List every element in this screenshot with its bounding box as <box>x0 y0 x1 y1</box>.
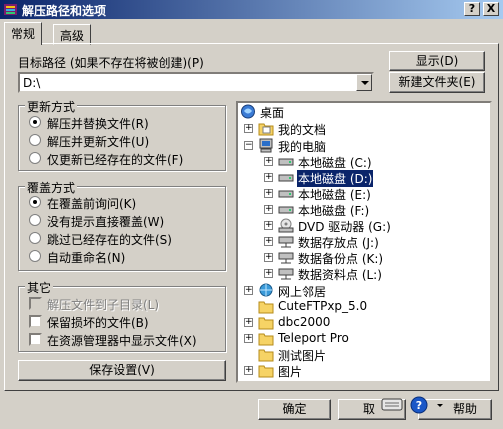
expand-icon[interactable]: + <box>264 189 273 198</box>
folder-icon <box>258 349 274 362</box>
expand-icon[interactable]: + <box>264 269 273 278</box>
update-mode-group: 更新方式 解压并替换文件(R) 解压并更新文件(U) 仅更新已经存在的文件(F) <box>18 98 226 171</box>
network-drive-icon <box>278 268 294 280</box>
tree-node-label: Teleport Pro <box>278 331 349 345</box>
overwrite-option-label: 自动重命名(N) <box>47 251 126 265</box>
ok-button[interactable]: 确定 <box>258 399 331 420</box>
update-mode-title: 更新方式 <box>25 98 78 115</box>
folder-icon <box>258 301 274 314</box>
svg-text:?: ? <box>416 399 422 412</box>
radio-button[interactable] <box>29 232 41 244</box>
radio-button[interactable] <box>29 152 41 164</box>
overwrite-option-label: 跳过已经存在的文件(S) <box>47 233 172 247</box>
radio-button[interactable] <box>29 250 41 262</box>
window-title: 解压路径和选项 <box>22 4 107 18</box>
help-footer-button[interactable]: 帮助 <box>418 399 492 420</box>
new-folder-button[interactable]: 新建文件夹(E) <box>389 72 485 93</box>
radio-button[interactable] <box>29 116 41 128</box>
expand-icon[interactable]: + <box>264 157 273 166</box>
folder-icon <box>258 365 274 378</box>
target-path-value: D:\ <box>23 76 41 90</box>
title-bar[interactable]: 解压路径和选项 ? X <box>0 0 503 19</box>
help-button[interactable]: ? <box>464 2 480 16</box>
network-drive-icon <box>278 236 294 248</box>
folder-icon <box>258 123 274 136</box>
expand-icon[interactable]: + <box>244 318 253 327</box>
close-button[interactable]: X <box>483 2 499 16</box>
overwrite-option-label: 在覆盖前询问(K) <box>47 197 137 211</box>
extract-dialog: 解压路径和选项 ? X 常规 高级 目标路径 (如果不存在将被创建)(P) D:… <box>0 0 503 429</box>
expand-icon[interactable]: + <box>244 286 253 295</box>
folder-tree[interactable]: 桌面 + 我的文档 − 我的电脑 + 本地磁盘 (C:) + 本地磁盘 (D:)… <box>236 101 492 383</box>
tree-node-label: 数据资料点 (L:) <box>298 268 382 282</box>
drive-icon <box>278 158 294 166</box>
expand-icon[interactable]: + <box>244 334 253 343</box>
keyboard-icon[interactable] <box>380 393 406 415</box>
tree-node-label: 本地磁盘 (C:) <box>298 156 372 170</box>
network-drive-icon <box>278 252 294 264</box>
expand-icon[interactable]: + <box>264 205 273 214</box>
update-option-label: 仅更新已经存在的文件(F) <box>47 153 184 167</box>
misc-option-label: 在资源管理器中显示文件(X) <box>47 334 197 348</box>
show-button[interactable]: 显示(D) <box>389 51 485 71</box>
network-icon <box>259 283 273 297</box>
computer-icon <box>259 138 273 153</box>
dvd-icon <box>278 218 294 233</box>
chevron-down-icon[interactable] <box>434 396 446 414</box>
help-circle-icon[interactable]: ? <box>410 396 428 414</box>
folder-icon <box>258 333 274 346</box>
tree-node-label: 我的文档 <box>278 123 327 137</box>
expand-icon[interactable]: + <box>264 173 273 182</box>
checkbox[interactable] <box>29 333 42 346</box>
tree-node-label: 桌面 <box>260 106 285 120</box>
tree-node-label: 我的电脑 <box>278 140 327 154</box>
tree-node-label: 数据备份点 (K:) <box>298 252 384 266</box>
target-path-combo[interactable]: D:\ <box>18 72 374 93</box>
tree-node-label: 网上邻居 <box>278 285 327 299</box>
checkbox[interactable] <box>29 297 42 310</box>
tree-node-label: CuteFTPxp_5.0 <box>278 299 368 313</box>
tree-node-label: dbc2000 <box>278 315 331 329</box>
misc-option-label: 保留损坏的文件(B) <box>47 316 149 330</box>
target-path-label: 目标路径 (如果不存在将被创建)(P) <box>18 56 204 70</box>
overwrite-mode-title: 覆盖方式 <box>25 179 78 196</box>
desktop-icon <box>241 104 255 119</box>
expand-icon[interactable]: + <box>264 237 273 246</box>
drive-icon <box>278 206 294 214</box>
expand-icon[interactable]: + <box>244 124 253 133</box>
misc-group: 其它 解压文件到子目录(L) 保留损坏的文件(B) 在资源管理器中显示文件(X) <box>18 279 226 352</box>
save-settings-button[interactable]: 保存设置(V) <box>18 360 226 381</box>
expand-icon[interactable]: + <box>264 221 273 230</box>
tab-general[interactable]: 常规 <box>4 22 43 45</box>
collapse-icon[interactable]: − <box>244 141 253 150</box>
update-option-label: 解压并更新文件(U) <box>47 135 150 149</box>
winrar-icon <box>4 4 17 15</box>
radio-button[interactable] <box>29 214 41 226</box>
expand-icon[interactable]: + <box>264 253 273 262</box>
drive-icon <box>278 190 294 198</box>
radio-button[interactable] <box>29 196 41 208</box>
radio-button[interactable] <box>29 134 41 146</box>
overwrite-option-label: 没有提示直接覆盖(W) <box>47 215 165 229</box>
drive-icon <box>278 174 294 182</box>
folder-icon <box>258 317 274 330</box>
overwrite-mode-group: 覆盖方式 在覆盖前询问(K) 没有提示直接覆盖(W) 跳过已经存在的文件(S) … <box>18 179 226 271</box>
chevron-down-icon[interactable] <box>356 74 372 91</box>
misc-title: 其它 <box>25 279 54 296</box>
tree-node-label: 数据存放点 (J:) <box>298 236 379 250</box>
tree-node-label: 图片 <box>278 365 303 379</box>
tree-node-label: DVD 驱动器 (G:) <box>298 220 391 234</box>
misc-option-label: 解压文件到子目录(L) <box>47 298 160 312</box>
tree-node-label: 本地磁盘 (F:) <box>298 204 370 218</box>
expand-icon[interactable]: + <box>244 366 253 375</box>
checkbox[interactable] <box>29 315 42 328</box>
tree-node-label: 测试图片 <box>278 349 327 363</box>
tree-node-label: 本地磁盘 (E:) <box>298 188 371 202</box>
tree-node-label-selected: 本地磁盘 (D:) <box>297 170 374 187</box>
update-option-label: 解压并替换文件(R) <box>47 117 149 131</box>
tab-advanced[interactable]: 高级 <box>53 24 92 45</box>
